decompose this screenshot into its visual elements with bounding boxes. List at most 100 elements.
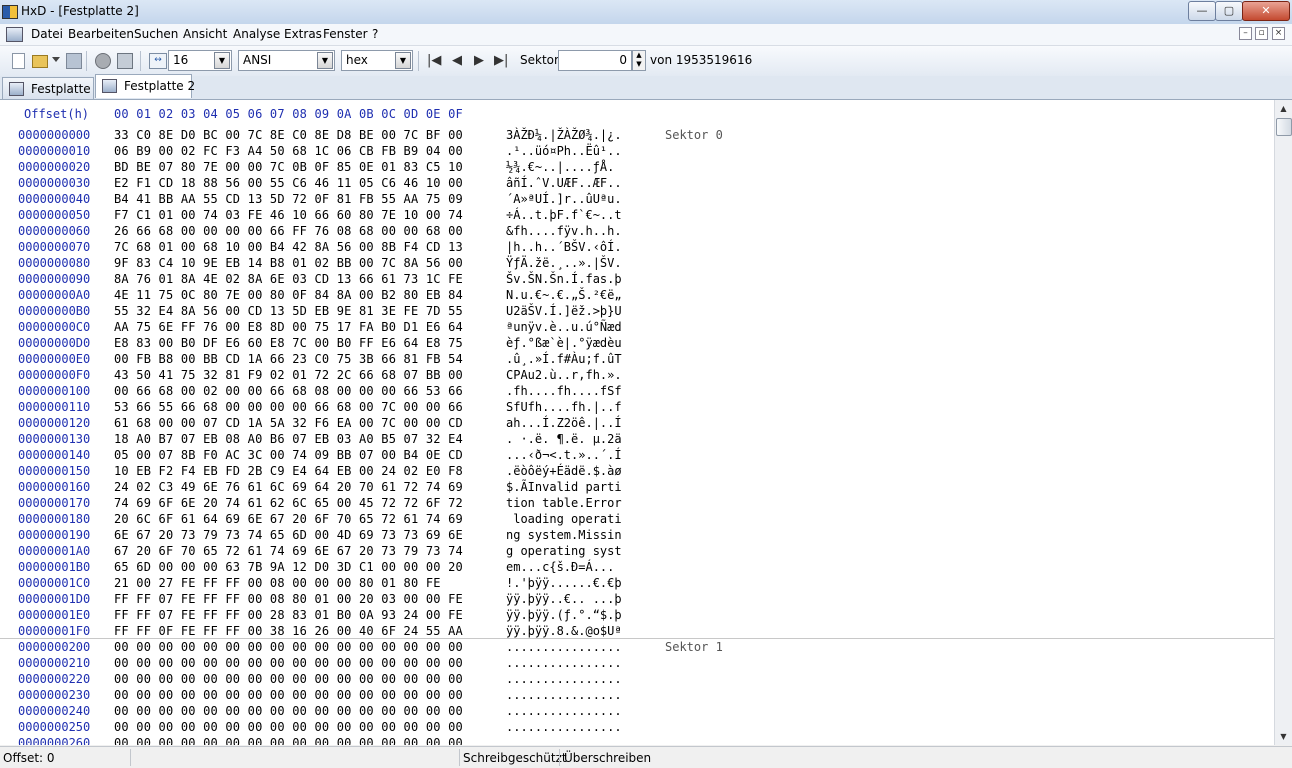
row-hex-bytes[interactable]: 05 00 07 8B F0 AC 3C 00 74 09 BB 07 00 B… — [114, 447, 463, 463]
previous-sector-icon[interactable]: ◀ — [452, 54, 462, 67]
row-ascii[interactable]: ŸƒÄ.žë.¸..».|ŠV. — [506, 255, 622, 271]
row-ascii[interactable]: CPAu2.ù..r,fh.». — [506, 367, 622, 383]
row-ascii[interactable]: ................ — [506, 655, 622, 671]
row-hex-bytes[interactable]: 00 FB B8 00 BB CD 1A 66 23 C0 75 3B 66 8… — [114, 351, 463, 367]
row-hex-bytes[interactable]: 65 6D 00 00 00 63 7B 9A 12 D0 3D C1 00 0… — [114, 559, 463, 575]
row-ascii[interactable]: loading operati — [506, 511, 621, 527]
menu-ansicht[interactable]: Ansicht — [183, 27, 227, 41]
scroll-down-icon[interactable]: ▼ — [1275, 728, 1292, 745]
chevron-down-icon[interactable]: ▼ — [214, 52, 230, 69]
row-hex-bytes[interactable]: 7C 68 01 00 68 10 00 B4 42 8A 56 00 8B F… — [114, 239, 463, 255]
bytes-per-row-combo[interactable]: 16 ▼ — [168, 50, 232, 71]
row-hex-bytes[interactable]: 00 00 00 00 00 00 00 00 00 00 00 00 00 0… — [114, 719, 463, 735]
row-ascii[interactable]: ah...Í.Z2öê.|..Í — [506, 415, 622, 431]
row-ascii[interactable]: ................ — [506, 719, 622, 735]
row-hex-bytes[interactable]: BD BE 07 80 7E 00 00 7C 0B 0F 85 0E 01 8… — [114, 159, 463, 175]
row-hex-bytes[interactable]: FF FF 0F FE FF FF 00 38 16 26 00 40 6F 2… — [114, 623, 463, 639]
row-ascii[interactable]: ................ — [506, 671, 622, 687]
row-hex-bytes[interactable]: B4 41 BB AA 55 CD 13 5D 72 0F 81 FB 55 A… — [114, 191, 463, 207]
row-hex-bytes[interactable]: 74 69 6F 6E 20 74 61 62 6C 65 00 45 72 7… — [114, 495, 463, 511]
open-dropdown-icon[interactable] — [52, 57, 60, 63]
row-ascii[interactable]: ng system.Missin — [506, 527, 622, 543]
sector-spinner[interactable]: ▲ ▼ — [632, 50, 646, 71]
row-ascii[interactable]: ´A»ªUÍ.]r..ûUªu. — [506, 191, 622, 207]
vertical-scrollbar[interactable]: ▲ ▼ — [1274, 100, 1292, 745]
minimize-button[interactable]: — — [1188, 1, 1216, 21]
mdi-restore-button[interactable]: ▫ — [1255, 27, 1268, 40]
row-ascii[interactable]: .fh....fh....fSf — [506, 383, 622, 399]
row-ascii[interactable]: &fh....fÿv.h..h. — [506, 223, 622, 239]
save-icon[interactable] — [66, 53, 82, 69]
row-hex-bytes[interactable]: 26 66 68 00 00 00 00 66 FF 76 08 68 00 0… — [114, 223, 463, 239]
row-ascii[interactable]: .ëòôëý+Éädë.$.àø — [506, 463, 622, 479]
row-hex-bytes[interactable]: 55 32 E4 8A 56 00 CD 13 5D EB 9E 81 3E F… — [114, 303, 463, 319]
row-ascii[interactable]: tion table.Error — [506, 495, 622, 511]
first-sector-icon[interactable]: |◀ — [427, 54, 441, 67]
row-hex-bytes[interactable]: 18 A0 B7 07 EB 08 A0 B6 07 EB 03 A0 B5 0… — [114, 431, 463, 447]
row-hex-bytes[interactable]: FF FF 07 FE FF FF 00 08 80 01 00 20 03 0… — [114, 591, 463, 607]
row-hex-bytes[interactable]: 10 EB F2 F4 EB FD 2B C9 E4 64 EB 00 24 0… — [114, 463, 463, 479]
row-hex-bytes[interactable]: 00 00 00 00 00 00 00 00 00 00 00 00 00 0… — [114, 671, 463, 687]
row-hex-bytes[interactable]: 43 50 41 75 32 81 F9 02 01 72 2C 66 68 0… — [114, 367, 463, 383]
row-hex-bytes[interactable]: 33 C0 8E D0 BC 00 7C 8E C0 8E D8 BE 00 7… — [114, 127, 463, 143]
row-hex-bytes[interactable]: F7 C1 01 00 74 03 FE 46 10 66 60 80 7E 1… — [114, 207, 463, 223]
close-window-button[interactable]: ✕ — [1242, 1, 1290, 21]
row-ascii[interactable]: .û¸.»Í.f#Àu;f.ûT — [506, 351, 622, 367]
row-hex-bytes[interactable]: 8A 76 01 8A 4E 02 8A 6E 03 CD 13 66 61 7… — [114, 271, 463, 287]
hex-editor-view[interactable]: Offset(h) 00 01 02 03 04 05 06 07 08 09 … — [0, 100, 1274, 745]
scroll-thumb[interactable] — [1276, 118, 1292, 136]
menu-help[interactable]: ? — [372, 27, 378, 41]
menu-datei[interactable]: Datei — [31, 27, 63, 41]
row-hex-bytes[interactable]: 00 00 00 00 00 00 00 00 00 00 00 00 00 0… — [114, 639, 463, 655]
row-ascii[interactable]: ................ — [506, 639, 622, 655]
offset-base-combo[interactable]: hex ▼ — [341, 50, 413, 71]
row-ascii[interactable]: ................ — [506, 703, 622, 719]
row-hex-bytes[interactable]: 21 00 27 FE FF FF 00 08 00 00 00 80 01 8… — [114, 575, 441, 591]
menu-analyse[interactable]: Analyse — [233, 27, 280, 41]
row-ascii[interactable]: Šv.ŠN.Šn.Í.fas.þ — [506, 271, 622, 287]
row-ascii[interactable]: 3ÀŽÐ¼.|ŽÀŽØ¾.|¿. — [506, 127, 622, 143]
maximize-button[interactable]: ▢ — [1215, 1, 1243, 21]
row-ascii[interactable]: ÿÿ.þÿÿ.(ƒ.°.“$.þ — [506, 607, 622, 623]
open-file-icon[interactable] — [32, 55, 48, 68]
row-ascii[interactable]: !.'þÿÿ......€.€þ — [506, 575, 622, 591]
menu-suchen[interactable]: Suchen — [134, 27, 178, 41]
ram-open-icon[interactable] — [117, 53, 133, 69]
row-ascii[interactable]: ................ — [506, 735, 622, 745]
scroll-up-icon[interactable]: ▲ — [1275, 100, 1292, 117]
row-hex-bytes[interactable]: 20 6C 6F 61 64 69 6E 67 20 6F 70 65 72 6… — [114, 511, 463, 527]
row-ascii[interactable]: N.u.€~.€.„Š.²€ë„ — [506, 287, 622, 303]
menu-extras[interactable]: Extras — [284, 27, 322, 41]
new-file-icon[interactable] — [12, 53, 25, 69]
menu-bearbeiten[interactable]: Bearbeiten — [68, 27, 134, 41]
tab-festplatte-1[interactable]: Festplatte 1 — [2, 77, 102, 99]
last-sector-icon[interactable]: ▶| — [494, 54, 508, 67]
disk-open-icon[interactable] — [95, 53, 111, 69]
row-hex-bytes[interactable]: 00 66 68 00 02 00 00 66 68 08 00 00 00 6… — [114, 383, 463, 399]
row-hex-bytes[interactable]: 4E 11 75 0C 80 7E 00 80 0F 84 8A 00 B2 8… — [114, 287, 463, 303]
row-ascii[interactable]: |h..h..´BŠV.‹ôÍ. — [506, 239, 622, 255]
mdi-close-button[interactable]: × — [1272, 27, 1285, 40]
sector-input[interactable]: 0 — [558, 50, 632, 71]
row-ascii[interactable]: ªunÿv.è..u.ú°Ñæd — [506, 319, 622, 335]
row-ascii[interactable]: ...‹ð¬<.t.»..´.Í — [506, 447, 622, 463]
menu-fenster[interactable]: Fenster — [323, 27, 368, 41]
row-hex-bytes[interactable]: 6E 67 20 73 79 73 74 65 6D 00 4D 69 73 7… — [114, 527, 463, 543]
row-hex-bytes[interactable]: 00 00 00 00 00 00 00 00 00 00 00 00 00 0… — [114, 687, 463, 703]
charset-combo[interactable]: ANSI ▼ — [238, 50, 335, 71]
row-hex-bytes[interactable]: 67 20 6F 70 65 72 61 74 69 6E 67 20 73 7… — [114, 543, 463, 559]
row-ascii[interactable]: èƒ.°ßæ`è|.°ÿædèu — [506, 335, 622, 351]
chevron-down-icon[interactable]: ▼ — [317, 52, 333, 69]
row-hex-bytes[interactable]: FF FF 07 FE FF FF 00 28 83 01 B0 0A 93 2… — [114, 607, 463, 623]
row-hex-bytes[interactable]: 24 02 C3 49 6E 76 61 6C 69 64 20 70 61 7… — [114, 479, 463, 495]
row-ascii[interactable]: em...c{š.Ð=Á... — [506, 559, 622, 575]
row-ascii[interactable]: SfUfh....fh.|..f — [506, 399, 622, 415]
row-hex-bytes[interactable]: AA 75 6E FF 76 00 E8 8D 00 75 17 FA B0 D… — [114, 319, 463, 335]
row-hex-bytes[interactable]: E2 F1 CD 18 88 56 00 55 C6 46 11 05 C6 4… — [114, 175, 463, 191]
row-ascii[interactable]: ................ — [506, 687, 622, 703]
chevron-down-icon[interactable]: ▼ — [395, 52, 411, 69]
row-ascii[interactable]: ÿÿ.þÿÿ.8.&.@o$Uª — [506, 623, 622, 639]
row-hex-bytes[interactable]: 06 B9 00 02 FC F3 A4 50 68 1C 06 CB FB B… — [114, 143, 463, 159]
row-ascii[interactable]: ½¾.€~..|....ƒÅ. — [506, 159, 614, 175]
mdi-minimize-button[interactable]: – — [1239, 27, 1252, 40]
